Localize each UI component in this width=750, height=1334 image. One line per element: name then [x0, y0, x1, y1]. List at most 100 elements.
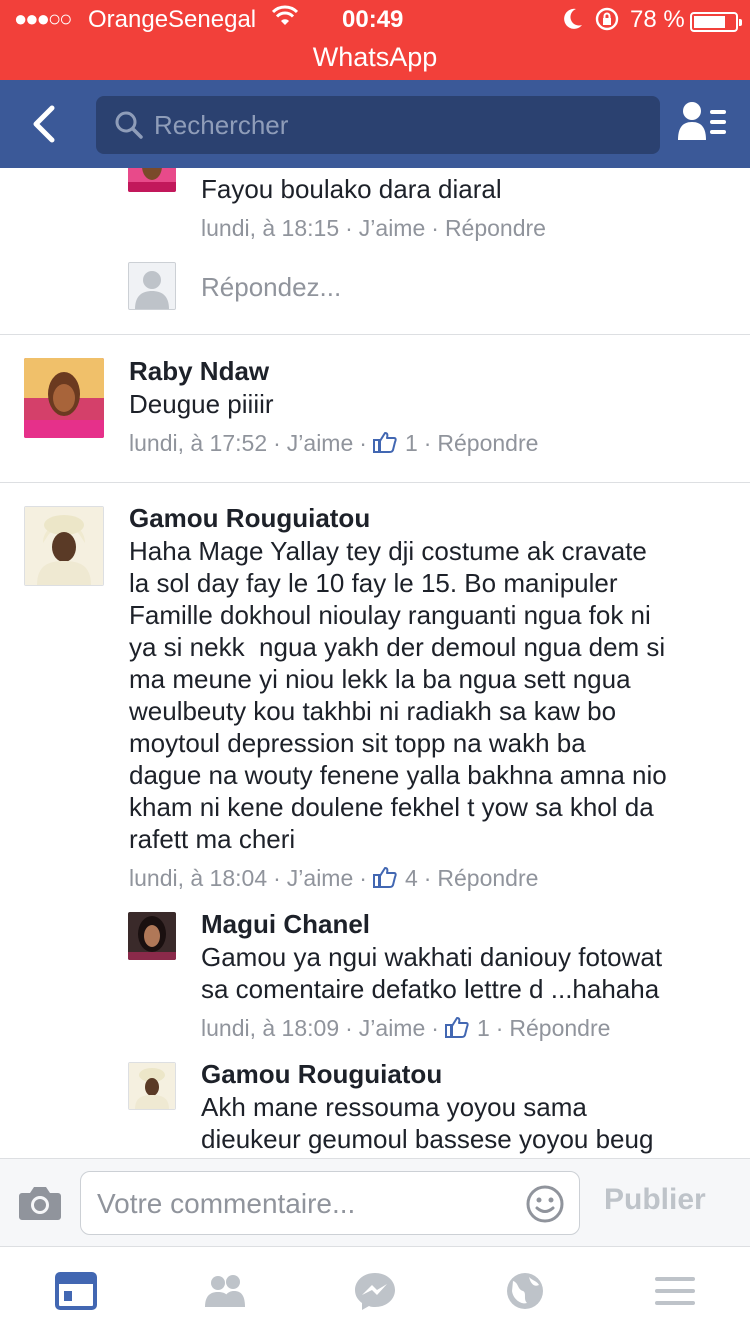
separator: ·	[273, 865, 281, 892]
profile-photo-image	[128, 168, 176, 192]
like-count: 1	[476, 1015, 490, 1042]
reply-meta: lundi, à 18:15 · J’aime · Répondre	[201, 214, 546, 242]
tab-bar	[0, 1246, 750, 1334]
timestamp: lundi, à 18:04	[129, 865, 268, 892]
separator: ·	[431, 215, 439, 242]
separator: ·	[345, 215, 353, 242]
reply-author[interactable]: Magui Chanel	[201, 909, 370, 940]
like-count: 4	[404, 865, 418, 892]
do-not-disturb-icon	[564, 8, 582, 29]
status-bar: ●●●○○ OrangeSenegal 00:49 78 % WhatsApp	[0, 0, 750, 80]
comment-text: Haha Mage Yallay tey dji costume ak crav…	[129, 535, 729, 855]
profile-photo-image	[25, 507, 103, 585]
battery-fill	[694, 16, 725, 28]
divider	[0, 482, 750, 483]
comment-text: Deugue piiiir	[129, 389, 274, 419]
publish-button[interactable]: Publier	[604, 1183, 706, 1217]
like-link[interactable]: J’aime	[287, 865, 353, 892]
messenger-icon[interactable]	[353, 1271, 397, 1311]
timestamp: lundi, à 17:52	[129, 430, 268, 457]
comment-line: moytoul depression sit topp na wakh ba	[129, 728, 586, 758]
timestamp: lundi, à 18:15	[201, 215, 340, 242]
search-icon	[115, 111, 143, 139]
separator: ·	[359, 865, 367, 892]
avatar[interactable]	[128, 912, 176, 960]
reply-input[interactable]: Répondez...	[201, 272, 341, 303]
comment-author[interactable]: Gamou Rouguiatou	[129, 503, 370, 534]
separator: ·	[495, 1015, 504, 1042]
battery-icon	[690, 12, 742, 32]
comment-line: kham ni kene doulene fekhel t yow sa kho…	[129, 792, 654, 822]
comment-author[interactable]: Raby Ndaw	[129, 356, 269, 387]
like-link[interactable]: J’aime	[287, 430, 353, 457]
separator: ·	[273, 430, 281, 457]
reply-link[interactable]: Répondre	[509, 1015, 610, 1042]
avatar[interactable]	[24, 358, 104, 438]
like-count: 1	[404, 430, 418, 457]
separator: ·	[345, 1015, 353, 1042]
timestamp: lundi, à 18:09	[201, 1015, 340, 1042]
comment-line: rafett ma cheri	[129, 824, 296, 854]
comment-placeholder: Votre commentaire...	[97, 1188, 356, 1219]
comment-meta: lundi, à 18:04 · J’aime · 4 · Répondre	[129, 864, 538, 892]
comment-line: la sol day fay le 10 fay le 15. Bo manip…	[129, 568, 618, 598]
back-chevron-icon[interactable]	[26, 102, 66, 146]
profile-photo-image	[128, 912, 176, 960]
comment-line: ya si nekk ngua yakh der demoul ngua dem…	[129, 632, 666, 662]
search-input[interactable]: Rechercher	[96, 96, 660, 154]
profile-photo-image	[129, 1063, 175, 1109]
comment-line: dague na wouty fenene yalla bakhna amna …	[129, 760, 667, 790]
reply-link[interactable]: Répondre	[445, 215, 546, 242]
reply-line: dieukeur geumoul bassese yoyou beug	[201, 1124, 654, 1154]
thumbs-up-icon	[372, 867, 397, 888]
thumbs-up-icon	[372, 432, 397, 453]
wifi-icon	[272, 5, 298, 25]
reply-link[interactable]: Répondre	[437, 865, 538, 892]
globe-notifications-icon[interactable]	[503, 1271, 547, 1311]
reply-link[interactable]: Répondre	[437, 430, 538, 457]
comment-line: Famille dokhoul nioulay ranguanti ngua f…	[129, 600, 651, 630]
friend-requests-icon[interactable]	[676, 100, 728, 144]
separator: ·	[423, 865, 432, 892]
avatar[interactable]	[128, 1062, 176, 1110]
comment-composer: Votre commentaire... Publier	[0, 1158, 750, 1246]
default-user-icon	[129, 263, 175, 309]
like-link[interactable]: J’aime	[359, 215, 425, 242]
reply-author[interactable]: Gamou Rouguiatou	[201, 1059, 442, 1090]
separator: ·	[359, 430, 367, 457]
signal-strength: ●●●○○	[14, 6, 72, 31]
battery-percent: 78 %	[630, 6, 685, 33]
my-avatar	[128, 262, 176, 310]
reply-meta: lundi, à 18:09 · J’aime · 1 · Répondre	[201, 1014, 610, 1042]
reply-line: Gamou ya ngui wakhati daniouy fotowat	[201, 942, 663, 972]
divider	[0, 334, 750, 335]
rotation-lock-icon	[595, 7, 619, 31]
friends-icon[interactable]	[203, 1271, 247, 1311]
reply-line: Akh mane ressouma yoyou sama	[201, 1092, 587, 1122]
like-link[interactable]: J’aime	[359, 1015, 425, 1042]
avatar[interactable]	[24, 506, 104, 586]
reply-text: Akh mane ressouma yoyou sama dieukeur ge…	[201, 1091, 741, 1155]
emoji-icon[interactable]	[525, 1184, 565, 1224]
reply-text: Fayou boulako dara diaral	[201, 174, 502, 204]
reply-line: sa comentaire defatko lettre d ...hahaha	[201, 974, 660, 1004]
clock: 00:49	[342, 6, 404, 33]
reply-text: Gamou ya ngui wakhati daniouy fotowat sa…	[201, 941, 741, 1005]
camera-icon[interactable]	[18, 1185, 62, 1221]
comment-input[interactable]: Votre commentaire...	[80, 1171, 580, 1235]
separator: ·	[423, 430, 432, 457]
search-placeholder: Rechercher	[154, 110, 289, 140]
comment-line: weulbeuty kou takhbi ni radiakh sa kaw b…	[129, 696, 617, 726]
avatar[interactable]	[128, 168, 176, 192]
carrier-name: OrangeSenegal	[88, 6, 257, 33]
comment-thread[interactable]: Fayou boulako dara diaral lundi, à 18:15…	[0, 168, 750, 1158]
profile-photo-image	[24, 358, 104, 438]
thumbs-up-icon	[444, 1017, 469, 1038]
news-feed-icon[interactable]	[54, 1271, 98, 1311]
return-to-app-banner[interactable]: WhatsApp	[0, 42, 750, 73]
navigation-bar: Rechercher	[0, 80, 750, 168]
separator: ·	[431, 1015, 439, 1042]
menu-icon[interactable]	[653, 1271, 697, 1311]
comment-meta: lundi, à 17:52 · J’aime · 1 · Répondre	[129, 429, 538, 457]
comment-line: ma meune yi niou lekk la ba ngua sett ng…	[129, 664, 631, 694]
